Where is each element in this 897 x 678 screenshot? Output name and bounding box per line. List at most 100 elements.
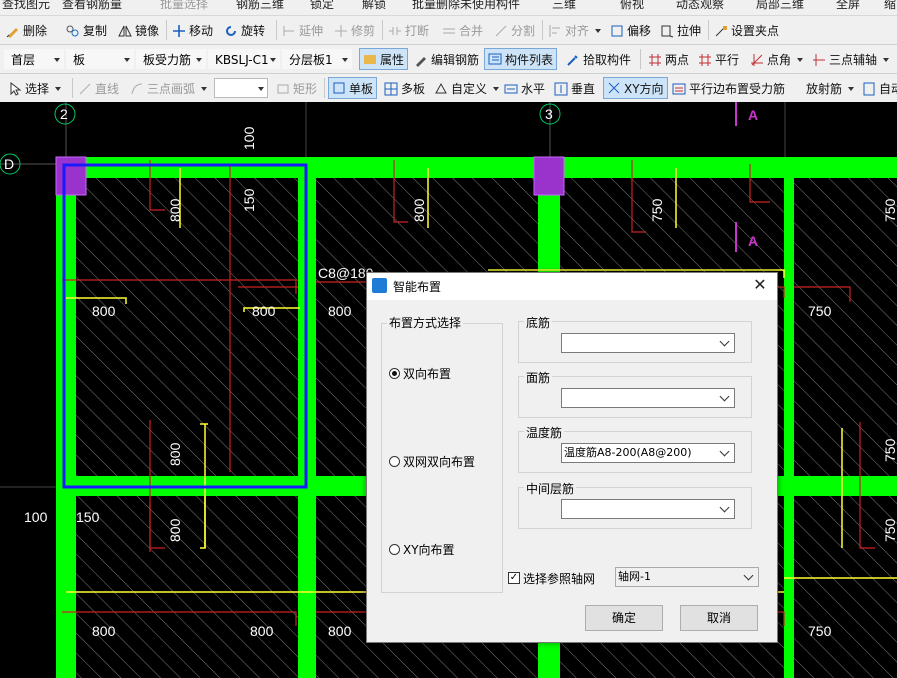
batch-delete-unused-button[interactable]: 批量删除未使用构件	[412, 0, 520, 12]
arc-tool-button[interactable]: 三点画弧	[130, 80, 208, 97]
single-board-button[interactable]: 单板	[328, 77, 378, 99]
extend-button[interactable]: 延伸	[282, 22, 323, 39]
bottom-rebar-select[interactable]	[561, 333, 735, 353]
set-point-button[interactable]: 设置夹点	[714, 22, 779, 39]
properties-label: 属性	[380, 52, 405, 67]
stretch-button[interactable]: 拉伸	[660, 22, 701, 39]
parallel-label: 平行	[715, 53, 740, 67]
find-element-button[interactable]: 查找图元	[2, 0, 50, 12]
rebar-length-label: 800	[167, 518, 183, 542]
stretch-label: 拉伸	[677, 24, 702, 38]
fullscreen-button[interactable]: 全屏	[836, 0, 860, 12]
offset-button[interactable]: 偏移	[610, 22, 651, 39]
radio-dot[interactable]	[389, 456, 400, 467]
move-button[interactable]: 移动	[172, 22, 213, 39]
line-tool-button[interactable]: 直线	[78, 80, 119, 97]
radio-dot[interactable]	[389, 544, 400, 555]
rect-tool-button[interactable]: 矩形	[276, 80, 317, 97]
edit-toolbar: 删除 复制 镜像 移动 旋转 延伸 修剪 打断 合并 分割 对齐 偏移 拉伸 设…	[0, 16, 897, 45]
parallel-button[interactable]: 平行	[698, 51, 739, 68]
rebar-length-label: 750	[882, 438, 897, 462]
close-icon[interactable]: ✕	[751, 276, 769, 294]
rebar-length-label: 800	[328, 303, 352, 319]
radio-label: 双网双向布置	[403, 455, 476, 469]
auto-button[interactable]: 自动	[862, 80, 897, 97]
zoom-button[interactable]: 缩	[884, 0, 896, 12]
radio-xy[interactable]: XY向布置	[389, 541, 455, 558]
trim-button[interactable]: 修剪	[334, 22, 375, 39]
two-points-button[interactable]: 两点	[648, 51, 689, 68]
copy-label: 复制	[83, 24, 108, 38]
middle-rebar-label: 中间层筋	[524, 480, 577, 497]
split-icon	[495, 25, 507, 36]
custom-button[interactable]: 自定义	[434, 80, 500, 97]
component-list-button[interactable]: 构件列表	[484, 48, 558, 70]
middle-rebar-select[interactable]	[561, 499, 735, 519]
split-button[interactable]: 分割	[494, 22, 535, 39]
delete-button[interactable]: 删除	[6, 22, 47, 39]
cancel-button[interactable]: 取消	[680, 605, 758, 631]
copy-button[interactable]: 复制	[66, 22, 107, 39]
top-view-button[interactable]: 俯视	[620, 0, 644, 12]
point-angle-button[interactable]: 点角	[750, 51, 804, 68]
vertical-button[interactable]: 垂直	[554, 80, 595, 97]
rotate-button[interactable]: 旋转	[224, 22, 265, 39]
rebar-length-label: 750	[649, 198, 665, 222]
ref-axis-select[interactable]: 轴网-1	[615, 567, 759, 587]
temperature-rebar-select[interactable]: 温度筋A8-200(A8@200)	[561, 443, 735, 463]
ok-button[interactable]: 确定	[585, 605, 663, 631]
grid-two-points-icon	[649, 53, 661, 66]
local-3d-button[interactable]: 局部三维	[756, 0, 804, 12]
rebar-length-label: 750	[882, 518, 897, 542]
grid-parallel-icon	[699, 53, 711, 66]
radio-dot[interactable]	[389, 368, 400, 379]
stretch-icon	[661, 25, 674, 37]
column	[55, 156, 87, 196]
edit-rebar-button[interactable]: 编辑钢筋	[414, 51, 479, 68]
arc-icon	[131, 83, 143, 94]
ref-axis-value: 轴网-1	[618, 570, 651, 583]
properties-button[interactable]: 属性	[359, 48, 409, 70]
parallel-edge-label: 平行边布置受力筋	[689, 82, 786, 96]
unlock-button[interactable]: 解锁	[362, 0, 386, 12]
pick-component-button[interactable]: 拾取构件	[566, 51, 631, 68]
split-label: 分割	[511, 24, 536, 38]
merge-button[interactable]: 合并	[442, 22, 483, 39]
xy-direction-label: XY方向	[624, 81, 664, 96]
floor-select[interactable]: 首层	[4, 49, 64, 69]
rebar-3d-button[interactable]: 钢筋三维	[236, 0, 284, 12]
batch-select-button[interactable]: 批量选择	[160, 0, 208, 12]
xy-arrows-icon	[608, 82, 620, 94]
align-button[interactable]: 对齐	[548, 22, 602, 39]
3d-view-button[interactable]: 三维	[552, 0, 576, 12]
type-select[interactable]: 板受力筋	[136, 49, 206, 69]
select-tool-button[interactable]: 选择	[8, 80, 62, 97]
parallel-edge-button[interactable]: 平行边布置受力筋	[672, 80, 785, 97]
radio-bidirectional[interactable]: 双向布置	[389, 365, 451, 382]
three-point-axis-button[interactable]: 三点辅轴	[812, 51, 890, 68]
multi-board-icon	[384, 82, 398, 95]
lock-button[interactable]: 锁定	[310, 0, 334, 12]
break-label: 打断	[405, 24, 430, 38]
radial-button[interactable]: 放射筋	[806, 80, 855, 97]
view-rebar-button[interactable]: 查看钢筋量	[62, 0, 122, 12]
horizontal-button[interactable]: 水平	[504, 80, 545, 97]
temperature-rebar-label: 温度筋	[524, 424, 565, 441]
ref-axis-checkbox[interactable]: ✓	[508, 572, 520, 584]
multi-board-button[interactable]: 多板	[384, 80, 425, 97]
section-label: A	[748, 107, 758, 123]
category-select[interactable]: 板	[66, 49, 134, 69]
mirror-button[interactable]: 镜像	[118, 22, 159, 39]
component-select[interactable]: KBSLJ-C1	[208, 49, 280, 69]
xy-direction-button[interactable]: XY方向	[603, 77, 668, 99]
temperature-rebar-value: 温度筋A8-200(A8@200)	[564, 446, 692, 459]
radio-label: 双向布置	[403, 367, 452, 381]
arc-params-select[interactable]	[214, 78, 268, 98]
radio-double-net[interactable]: 双网双向布置	[389, 453, 475, 470]
top-rebar-select[interactable]	[561, 388, 735, 408]
rebar-length-label: 800	[252, 303, 276, 319]
break-button[interactable]: 打断	[388, 22, 429, 39]
dialog-titlebar[interactable]: 智能布置 ✕	[367, 273, 777, 300]
dynamic-view-button[interactable]: 动态观察	[676, 0, 724, 12]
layer-select[interactable]: 分层板1	[282, 49, 352, 69]
